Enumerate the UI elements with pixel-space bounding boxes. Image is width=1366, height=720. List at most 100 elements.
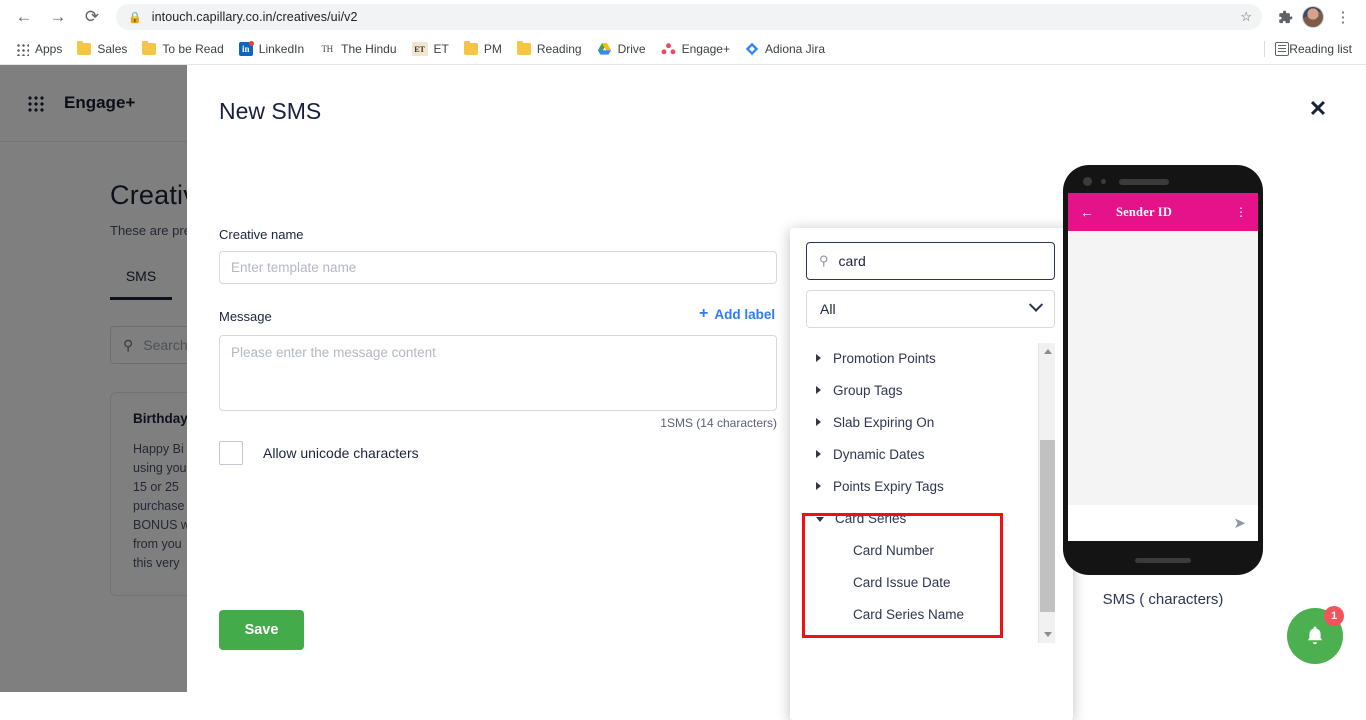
bookmark-label: Engage+ bbox=[681, 42, 730, 56]
phone-message-body bbox=[1068, 231, 1258, 505]
back-icon: ← bbox=[1080, 204, 1094, 220]
folder-icon bbox=[516, 41, 531, 55]
bookmark-adiona-jira[interactable]: Adiona Jira bbox=[738, 38, 832, 60]
folder-icon bbox=[77, 41, 92, 55]
scrollbar-thumb[interactable] bbox=[1040, 440, 1055, 612]
chevron-right-icon bbox=[816, 354, 821, 362]
phone-camera-icon bbox=[1083, 177, 1092, 186]
browser-nav-bar: ← → ⟳ 🔒 intouch.capillary.co.in/creative… bbox=[0, 0, 1366, 34]
search-icon: ⚲ bbox=[819, 253, 829, 268]
token-tree-list[interactable]: Promotion Points Group Tags Slab Expirin… bbox=[806, 342, 1055, 702]
token-node-promotion-points[interactable]: Promotion Points bbox=[806, 342, 1055, 374]
chevron-right-icon bbox=[816, 482, 821, 490]
address-bar[interactable]: 🔒 intouch.capillary.co.in/creatives/ui/v… bbox=[116, 4, 1262, 30]
bookmark-drive[interactable]: Drive bbox=[590, 38, 653, 60]
bookmark-star-icon[interactable]: ☆ bbox=[1240, 9, 1252, 25]
bookmark-to-be-read[interactable]: To be Read bbox=[135, 38, 230, 60]
linkedin-icon: in bbox=[238, 41, 254, 56]
notification-badge: 1 bbox=[1324, 606, 1344, 626]
browser-chrome: ← → ⟳ 🔒 intouch.capillary.co.in/creative… bbox=[0, 0, 1366, 65]
chevron-right-icon bbox=[816, 418, 821, 426]
plus-icon: + bbox=[699, 305, 709, 322]
browser-menu-icon[interactable]: ⋮ bbox=[1330, 4, 1356, 30]
phone-home-indicator bbox=[1135, 558, 1191, 563]
address-bar-url: intouch.capillary.co.in/creatives/ui/v2 bbox=[151, 10, 358, 24]
bookmark-label: Apps bbox=[35, 42, 63, 56]
bookmark-reading[interactable]: Reading bbox=[510, 38, 589, 60]
token-node-label: Card Series bbox=[835, 510, 907, 526]
token-node-card-series[interactable]: Card Series bbox=[806, 502, 1055, 534]
bookmark-sales[interactable]: Sales bbox=[70, 38, 134, 60]
back-icon[interactable]: ← bbox=[10, 3, 38, 31]
token-node-points-expiry-tags[interactable]: Points Expiry Tags bbox=[806, 470, 1055, 502]
notification-button[interactable]: 1 bbox=[1287, 606, 1344, 664]
engage-plus-icon bbox=[661, 42, 676, 56]
extensions-icon[interactable] bbox=[1272, 4, 1298, 30]
bookmark-engage-plus[interactable]: Engage+ bbox=[654, 38, 737, 60]
add-label-text: Add label bbox=[714, 306, 776, 322]
reading-list-button[interactable]: Reading list bbox=[1264, 41, 1358, 57]
bookmark-linkedin[interactable]: in LinkedIn bbox=[232, 38, 311, 60]
forward-icon[interactable]: → bbox=[44, 3, 72, 31]
token-filter-value: All bbox=[820, 301, 836, 317]
chevron-down-icon bbox=[816, 516, 824, 522]
allow-unicode-row: Allow unicode characters bbox=[219, 441, 419, 465]
token-leaf-card-issue-date[interactable]: Card Issue Date bbox=[806, 566, 1055, 598]
token-filter-select[interactable]: All bbox=[806, 290, 1055, 328]
token-node-group-tags[interactable]: Group Tags bbox=[806, 374, 1055, 406]
message-label: Message bbox=[219, 309, 272, 324]
bookmark-label: ET bbox=[433, 42, 449, 56]
scroll-up-arrow-icon[interactable] bbox=[1039, 343, 1056, 360]
bookmark-label: Drive bbox=[617, 42, 646, 56]
token-node-label: Promotion Points bbox=[833, 350, 936, 366]
token-list-scrollbar[interactable] bbox=[1038, 343, 1055, 643]
chevron-right-icon bbox=[816, 386, 821, 394]
divider bbox=[1264, 41, 1266, 57]
bookmark-apps[interactable]: Apps bbox=[8, 38, 69, 60]
token-node-slab-expiring-on[interactable]: Slab Expiring On bbox=[806, 406, 1055, 438]
reading-list-icon bbox=[1275, 42, 1290, 56]
bookmark-et[interactable]: ET ET bbox=[405, 38, 456, 60]
bookmark-label: Sales bbox=[97, 42, 128, 56]
token-node-dynamic-dates[interactable]: Dynamic Dates bbox=[806, 438, 1055, 470]
scroll-down-arrow-icon[interactable] bbox=[1039, 626, 1056, 643]
bookmark-the-hindu[interactable]: TH The Hindu bbox=[312, 38, 403, 60]
sms-counter: 1SMS (14 characters) bbox=[660, 416, 777, 430]
folder-icon bbox=[142, 41, 157, 55]
close-icon[interactable]: ✕ bbox=[1304, 95, 1332, 123]
token-node-label: Slab Expiring On bbox=[833, 414, 935, 430]
bookmark-label: Adiona Jira bbox=[764, 42, 826, 56]
apps-grid-icon bbox=[15, 42, 29, 56]
token-search-input[interactable] bbox=[838, 253, 1042, 269]
token-search-field[interactable]: ⚲ bbox=[806, 242, 1055, 280]
economic-times-icon: ET bbox=[411, 42, 428, 56]
add-label-button[interactable]: + Add label bbox=[699, 305, 775, 323]
save-button[interactable]: Save bbox=[219, 610, 304, 650]
modal-title: New SMS bbox=[219, 98, 322, 124]
phone-preview: ← Sender ID ⋮ ➤ SMS ( characters) bbox=[1063, 165, 1263, 608]
google-drive-icon bbox=[597, 42, 612, 56]
phone-speaker-row bbox=[1083, 177, 1169, 186]
lock-icon: 🔒 bbox=[128, 11, 142, 24]
token-leaf-card-number[interactable]: Card Number bbox=[806, 534, 1055, 566]
allow-unicode-checkbox[interactable] bbox=[219, 441, 243, 465]
bookmark-label: The Hindu bbox=[341, 42, 397, 56]
avatar[interactable] bbox=[1302, 6, 1324, 28]
phone-screen: ← Sender ID ⋮ ➤ bbox=[1068, 193, 1258, 541]
reload-icon[interactable]: ⟳ bbox=[78, 3, 106, 31]
bookmark-label: PM bbox=[483, 42, 502, 56]
bookmark-label: Reading bbox=[536, 42, 582, 56]
bookmark-label: LinkedIn bbox=[258, 42, 305, 56]
token-node-label: Dynamic Dates bbox=[833, 446, 925, 462]
message-textarea[interactable] bbox=[219, 335, 777, 411]
bookmark-pm[interactable]: PM bbox=[457, 38, 509, 60]
phone-appbar: ← Sender ID ⋮ bbox=[1068, 193, 1258, 231]
phone-sender-id: Sender ID bbox=[1116, 204, 1173, 219]
creative-name-label: Creative name bbox=[219, 227, 304, 242]
phone-frame: ← Sender ID ⋮ ➤ bbox=[1063, 165, 1263, 575]
creative-name-input[interactable] bbox=[219, 251, 777, 284]
bookmark-bar: Apps Sales To be Read in LinkedIn TH The… bbox=[0, 34, 1366, 65]
token-leaf-card-series-name[interactable]: Card Series Name bbox=[806, 598, 1055, 630]
phone-caption: SMS ( characters) bbox=[1102, 591, 1224, 608]
token-picker-panel: ⚲ All Promotion Points Group Tags Slab E… bbox=[790, 228, 1073, 720]
